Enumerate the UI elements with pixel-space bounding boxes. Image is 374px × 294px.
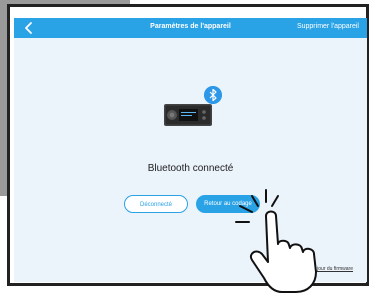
- stage: Paramètres de l'appareil Supprimer l'app…: [0, 0, 374, 294]
- chevron-left-icon: [25, 22, 32, 34]
- delete-device-link[interactable]: Supprimer l'appareil: [297, 23, 359, 30]
- disconnect-button[interactable]: Déconnecté: [124, 195, 188, 213]
- back-button[interactable]: [22, 21, 36, 35]
- top-bar: Paramètres de l'appareil Supprimer l'app…: [14, 18, 367, 38]
- connection-status: Bluetooth connecté: [147, 163, 234, 174]
- device-image: [164, 104, 212, 126]
- hand-pointer-icon: [235, 189, 317, 293]
- bluetooth-icon: [204, 86, 222, 104]
